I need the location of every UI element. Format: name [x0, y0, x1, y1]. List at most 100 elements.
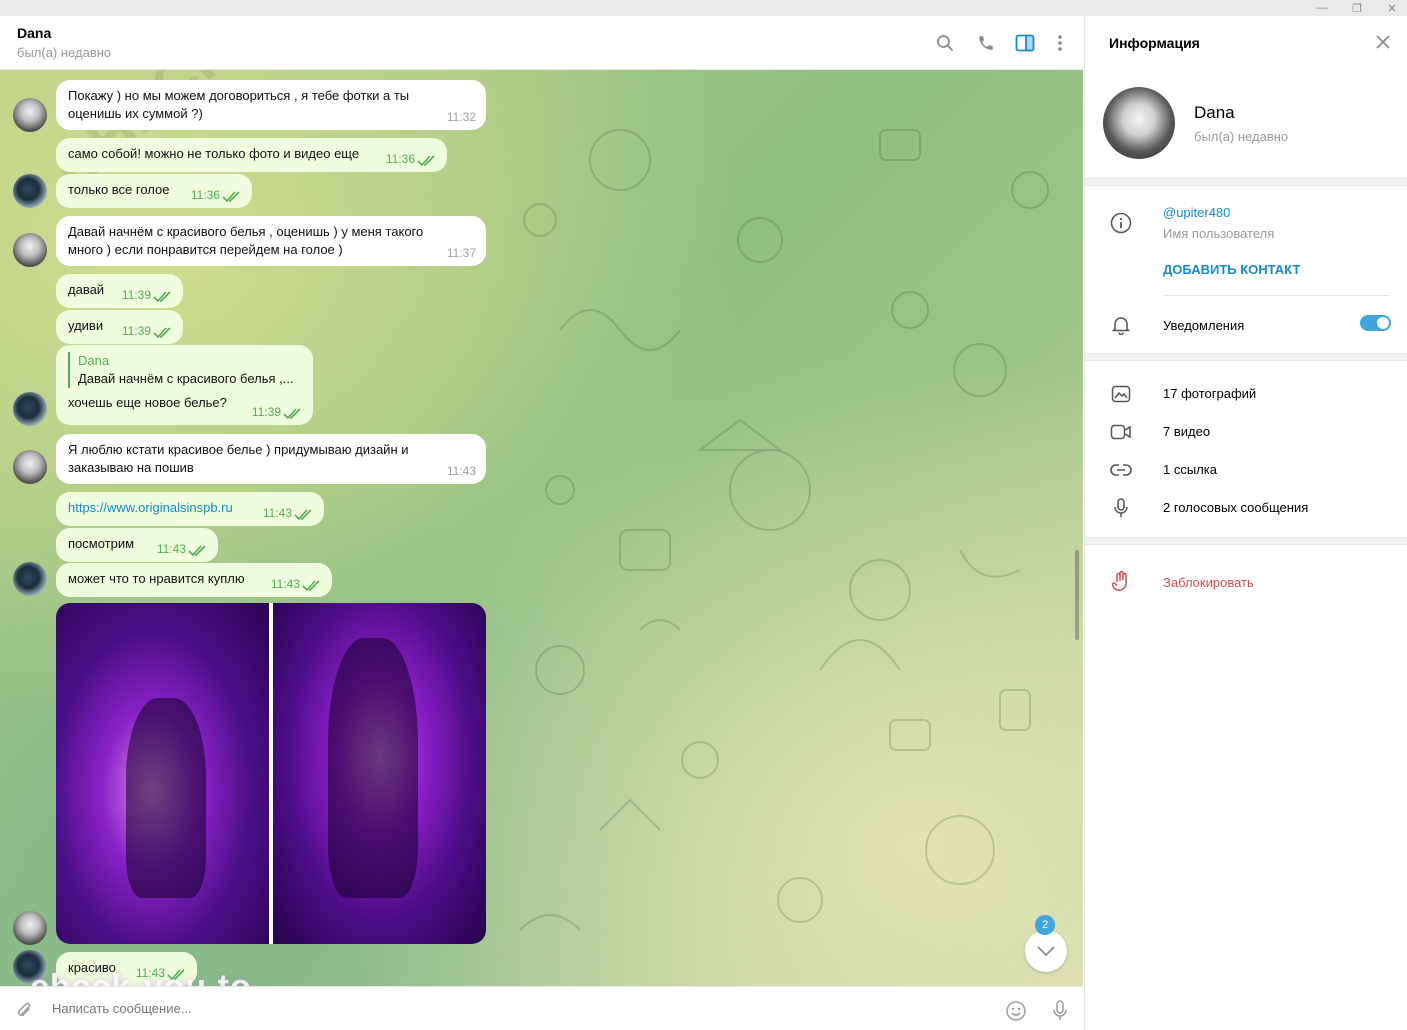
chat-scrollbar[interactable]: [1075, 550, 1079, 640]
profile-avatar[interactable]: [1103, 87, 1175, 159]
media-photos[interactable]: 17 фотографий: [1163, 386, 1256, 401]
message-time: 11:39: [251, 405, 281, 419]
message-bubble-outgoing[interactable]: Dana Давай начнём с красивого белья ,...…: [56, 345, 313, 425]
message-text: Покажу ) но мы можем договориться , я те…: [68, 88, 410, 103]
minimize-button[interactable]: —: [1302, 0, 1342, 16]
message-time: 11:43: [270, 577, 300, 591]
emoji-icon[interactable]: [1004, 999, 1028, 1023]
message-text: много ) если понравится перейдем на голо…: [68, 242, 343, 257]
minimize-icon: —: [1316, 2, 1328, 14]
message-bubble-outgoing[interactable]: только все голое 11:36: [56, 174, 252, 208]
phone-icon[interactable]: [975, 32, 997, 54]
read-check-icon: [188, 545, 206, 557]
close-icon: [1376, 35, 1390, 49]
read-check-icon: [153, 291, 171, 303]
message-composer[interactable]: [0, 986, 1083, 1030]
message-bubble-incoming[interactable]: Я люблю кстати красивое белье ) придумыв…: [56, 434, 486, 484]
search-icon[interactable]: [934, 32, 956, 54]
avatar[interactable]: [13, 98, 47, 132]
media-videos[interactable]: 7 видео: [1163, 424, 1210, 439]
avatar[interactable]: [13, 233, 47, 267]
close-panel-button[interactable]: [1375, 34, 1393, 52]
profile-username[interactable]: @upiter480: [1163, 205, 1230, 220]
video-icon: [1109, 420, 1133, 444]
reply-text: Давай начнём с красивого белья ,...: [78, 371, 294, 386]
info-icon: [1109, 211, 1133, 235]
microphone-icon[interactable]: [1048, 999, 1072, 1023]
message-time: 11:39: [121, 324, 151, 338]
unread-badge: 2: [1035, 915, 1055, 935]
message-text: заказываю на пошив: [68, 460, 194, 475]
media-voice[interactable]: 2 голосовых сообщения: [1163, 500, 1308, 515]
reply-quote[interactable]: Dana Давай начнём с красивого белья ,...: [68, 352, 301, 388]
photo-album[interactable]: [56, 603, 486, 944]
section-divider: [1085, 178, 1407, 186]
message-bubble-outgoing[interactable]: может что то нравится куплю 11:43: [56, 563, 332, 597]
more-menu-icon[interactable]: [1049, 32, 1071, 54]
section-divider: [1085, 353, 1407, 361]
block-button[interactable]: Заблокировать: [1163, 575, 1254, 590]
profile-status: был(а) недавно: [1194, 129, 1289, 144]
message-bubble-outgoing[interactable]: посмотрим 11:43: [56, 528, 218, 562]
window-titlebar: — ❐ ✕: [0, 0, 1407, 16]
message-time: 11:32: [446, 110, 476, 124]
message-bubble-incoming[interactable]: Покажу ) но мы можем договориться , я те…: [56, 80, 486, 130]
chat-status: был(а) недавно: [17, 45, 112, 60]
avatar[interactable]: [13, 911, 47, 945]
maximize-icon: ❐: [1352, 2, 1362, 15]
avatar[interactable]: [13, 174, 47, 208]
avatar[interactable]: [13, 450, 47, 484]
chat-area[interactable]: CHECK-YOU.ME Покажу ) но мы можем догово…: [0, 70, 1083, 986]
message-time: 11:43: [156, 542, 186, 556]
read-check-icon: [153, 327, 171, 339]
attach-icon[interactable]: [12, 999, 36, 1023]
message-bubble-outgoing[interactable]: https://www.originalsinspb.ru 11:43: [56, 492, 324, 526]
message-input[interactable]: [52, 1001, 952, 1016]
read-check-icon: [294, 509, 312, 521]
maximize-button[interactable]: ❐: [1337, 0, 1377, 16]
section-divider: [1085, 537, 1407, 545]
message-time: 11:43: [446, 464, 476, 478]
photo-thumbnail[interactable]: [273, 603, 486, 944]
reply-author: Dana: [78, 353, 110, 368]
close-icon: ✕: [1387, 2, 1397, 15]
message-bubble-outgoing[interactable]: удиви 11:39: [56, 310, 183, 344]
profile-name: Dana: [1194, 103, 1235, 122]
message-text: само собой! можно не только фото и видео…: [68, 146, 360, 161]
divider: [1163, 295, 1390, 296]
close-window-button[interactable]: ✕: [1372, 0, 1407, 16]
chat-header[interactable]: Dana был(а) недавно: [0, 16, 1083, 70]
media-links[interactable]: 1 ссылка: [1163, 462, 1217, 477]
read-check-icon: [222, 191, 240, 203]
message-bubble-outgoing[interactable]: само собой! можно не только фото и видео…: [56, 138, 447, 172]
photo-icon: [1109, 382, 1133, 406]
info-panel: Информация Dana был(а) недавно @upiter48…: [1084, 16, 1407, 1030]
notifications-toggle[interactable]: [1360, 315, 1391, 331]
read-check-icon: [302, 580, 320, 592]
message-time: 11:39: [121, 288, 151, 302]
chevron-down-icon: [1037, 946, 1055, 956]
avatar[interactable]: [13, 562, 47, 596]
toggle-knob: [1377, 317, 1389, 329]
profile-username-label: Имя пользователя: [1163, 226, 1275, 241]
photo-figure: [126, 698, 206, 898]
message-time: 11:36: [190, 188, 220, 202]
message-bubble-incoming[interactable]: Давай начнём с красивого белья , оценишь…: [56, 216, 486, 266]
add-contact-button[interactable]: ДОБАВИТЬ КОНТАКТ: [1163, 262, 1300, 277]
chat-title: Dana: [17, 25, 52, 41]
photo-thumbnail[interactable]: [56, 603, 269, 944]
message-bubble-outgoing[interactable]: давай 11:39: [56, 274, 183, 308]
message-text: оценишь их суммой ?): [68, 106, 203, 121]
sidebar-toggle-icon[interactable]: [1014, 32, 1036, 54]
message-time: 11:36: [385, 152, 415, 166]
panel-title: Информация: [1109, 35, 1200, 51]
scroll-down-button[interactable]: [1025, 930, 1067, 972]
avatar[interactable]: [13, 392, 47, 426]
message-time: 11:43: [262, 506, 292, 520]
notifications-label: Уведомления: [1163, 318, 1245, 333]
message-time: 11:37: [446, 246, 476, 260]
photo-figure: [328, 638, 418, 898]
message-text: Давай начнём с красивого белья , оценишь…: [68, 224, 424, 239]
microphone-icon: [1109, 496, 1133, 520]
read-check-icon: [417, 155, 435, 167]
